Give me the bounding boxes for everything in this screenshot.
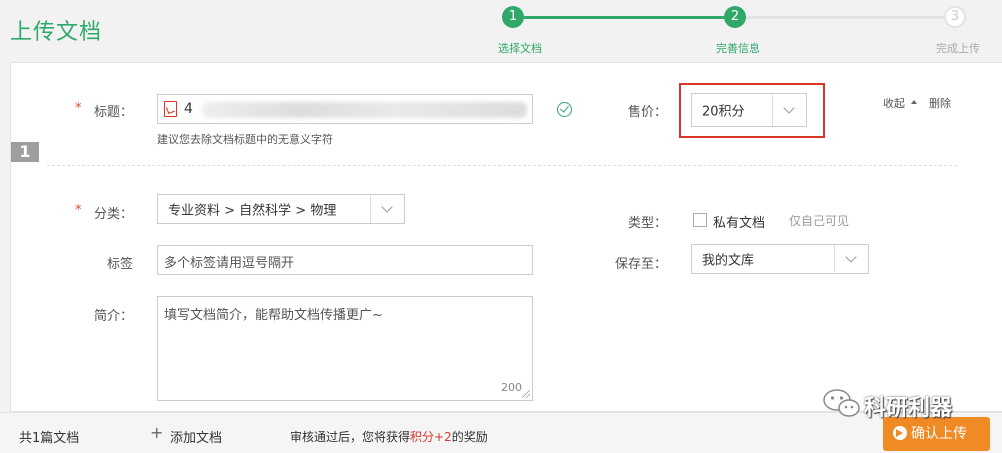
plus-icon[interactable]: + — [150, 425, 163, 441]
wechat-logo-icon — [823, 389, 860, 417]
summary-textarea[interactable]: 填写文档简介，能帮助文档传播更广~ 200 — [157, 296, 533, 401]
wechat-watermark: 科研利器 — [822, 386, 952, 426]
caret-up-icon — [911, 100, 917, 104]
progress-steps: 1 选择文档 2 完善信息 3 完成上传 — [0, 0, 1002, 60]
resize-grip-icon[interactable] — [522, 390, 530, 398]
step-3-circle: 3 — [944, 6, 966, 28]
category-select[interactable]: 专业资料 > 自然科学 > 物理 — [157, 194, 405, 224]
type-label: 类型： — [627, 216, 667, 231]
category-label: 分类： — [93, 207, 133, 222]
blurred-title-text — [202, 102, 527, 118]
price-label: 售价： — [627, 105, 667, 120]
document-form-card: * 标题： 4 建议您去除文档标题中的无意义字符 售价： 20积分 收起 删除 … — [10, 62, 1002, 412]
delete-link[interactable]: 删除 — [929, 95, 951, 111]
add-document-button[interactable]: 添加文档 — [170, 427, 222, 446]
confirm-upload-button[interactable]: 确认上传 — [883, 417, 990, 451]
reward-info: 审核通过后，您将获得积分+2的奖励 — [290, 430, 488, 444]
summary-placeholder: 填写文档简介，能帮助文档传播更广~ — [164, 308, 383, 323]
tags-placeholder: 多个标签请用逗号隔开 — [164, 256, 295, 271]
private-doc-note: 仅自己可见 — [789, 214, 850, 228]
doc-count: 共1篇文档 — [19, 431, 80, 446]
save-to-value: 我的文库 — [702, 253, 755, 269]
collapse-link[interactable]: 收起 — [883, 95, 905, 111]
step-connector-done — [524, 16, 724, 19]
tags-label: 标签 — [106, 257, 133, 272]
title-input[interactable]: 4 — [157, 94, 533, 124]
category-value: 专业资料 > 自然科学 > 物理 — [168, 203, 337, 219]
step-connector-pending — [744, 16, 944, 19]
tags-input[interactable]: 多个标签请用逗号隔开 — [157, 245, 533, 275]
summary-label: 简介： — [93, 309, 133, 324]
chevron-down-icon — [381, 201, 393, 213]
price-select[interactable]: 20积分 — [691, 93, 807, 127]
step-1-label: 选择文档 — [498, 42, 542, 55]
chevron-down-icon — [783, 102, 795, 114]
chevron-down-icon — [845, 251, 857, 263]
document-index-badge: 1 — [11, 142, 39, 162]
title-label: 标题： — [93, 105, 133, 120]
price-highlight-box: 20积分 — [679, 83, 825, 138]
save-to-select[interactable]: 我的文库 — [691, 244, 869, 274]
step-2-label: 完善信息 — [716, 42, 760, 55]
private-doc-checkbox[interactable] — [693, 213, 707, 227]
pdf-icon — [164, 101, 177, 117]
char-limit: 200 — [501, 381, 522, 394]
check-circle-icon — [557, 102, 572, 117]
title-value: 4 — [184, 101, 193, 117]
title-hint: 建议您去除文档标题中的无意义字符 — [157, 133, 333, 146]
save-to-label: 保存至： — [614, 257, 667, 272]
arrow-right-icon — [893, 426, 907, 440]
step-2-circle: 2 — [724, 6, 746, 28]
confirm-upload-label: 确认上传 — [911, 426, 967, 442]
step-3-label: 完成上传 — [936, 42, 980, 55]
step-1-circle: 1 — [502, 6, 524, 28]
watermark-text: 科研利器 — [864, 396, 953, 421]
section-divider — [47, 165, 957, 166]
price-value: 20积分 — [702, 104, 745, 120]
private-doc-label: 私有文档 — [713, 216, 766, 231]
